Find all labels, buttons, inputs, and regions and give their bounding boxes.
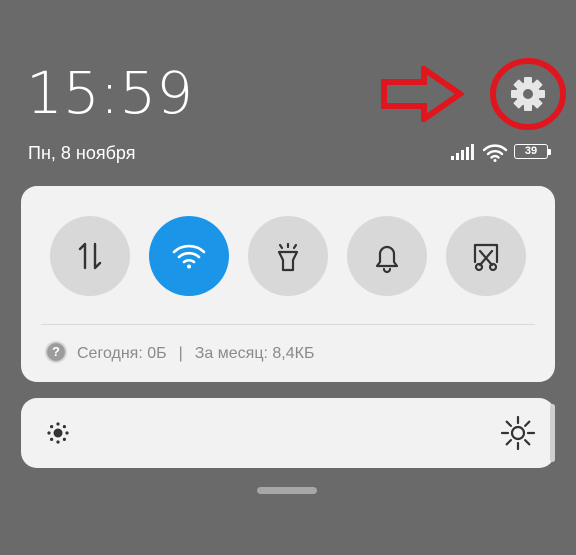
battery-indicator: 39 (514, 144, 548, 159)
bell-icon (375, 245, 399, 274)
status-icons: 39 (450, 140, 555, 164)
settings-button[interactable] (488, 56, 568, 132)
clock-time: 15:59 (26, 59, 194, 127)
scissors-screenshot-icon (473, 243, 499, 272)
wifi-toggle[interactable] (149, 216, 229, 296)
flashlight-icon (277, 242, 299, 272)
usage-month: За месяц: 8,4КБ (194, 345, 315, 362)
brightness-high-icon (500, 415, 536, 451)
battery-tip (548, 149, 551, 155)
date-label: Пн, 8 ноября (28, 143, 136, 163)
usage-separator: | (178, 345, 183, 362)
brightness-slider[interactable] (21, 398, 555, 468)
gear-icon (511, 77, 545, 111)
wifi-status-icon (482, 144, 508, 162)
panel-divider (41, 324, 535, 325)
brightness-low-icon (47, 422, 69, 444)
usage-today: Сегодня: 0Б (77, 345, 167, 362)
wifi-icon (172, 244, 206, 269)
annotation-arrow-icon (381, 66, 464, 122)
mobile-data-toggle[interactable] (50, 216, 130, 296)
screenshot-toggle[interactable] (446, 216, 526, 296)
data-usage-row[interactable]: ? Сегодня: 0Б | За месяц: 8,4КБ (45, 340, 315, 366)
help-icon: ? (45, 340, 67, 363)
quick-settings-panel: ? Сегодня: 0Б | За месяц: 8,4КБ (21, 186, 555, 382)
sound-toggle[interactable] (347, 216, 427, 296)
slider-edge (550, 404, 555, 462)
drag-handle[interactable] (257, 487, 317, 494)
flashlight-toggle[interactable] (248, 216, 328, 296)
cellular-signal-icon (451, 144, 474, 160)
data-transfer-icon (78, 242, 102, 270)
